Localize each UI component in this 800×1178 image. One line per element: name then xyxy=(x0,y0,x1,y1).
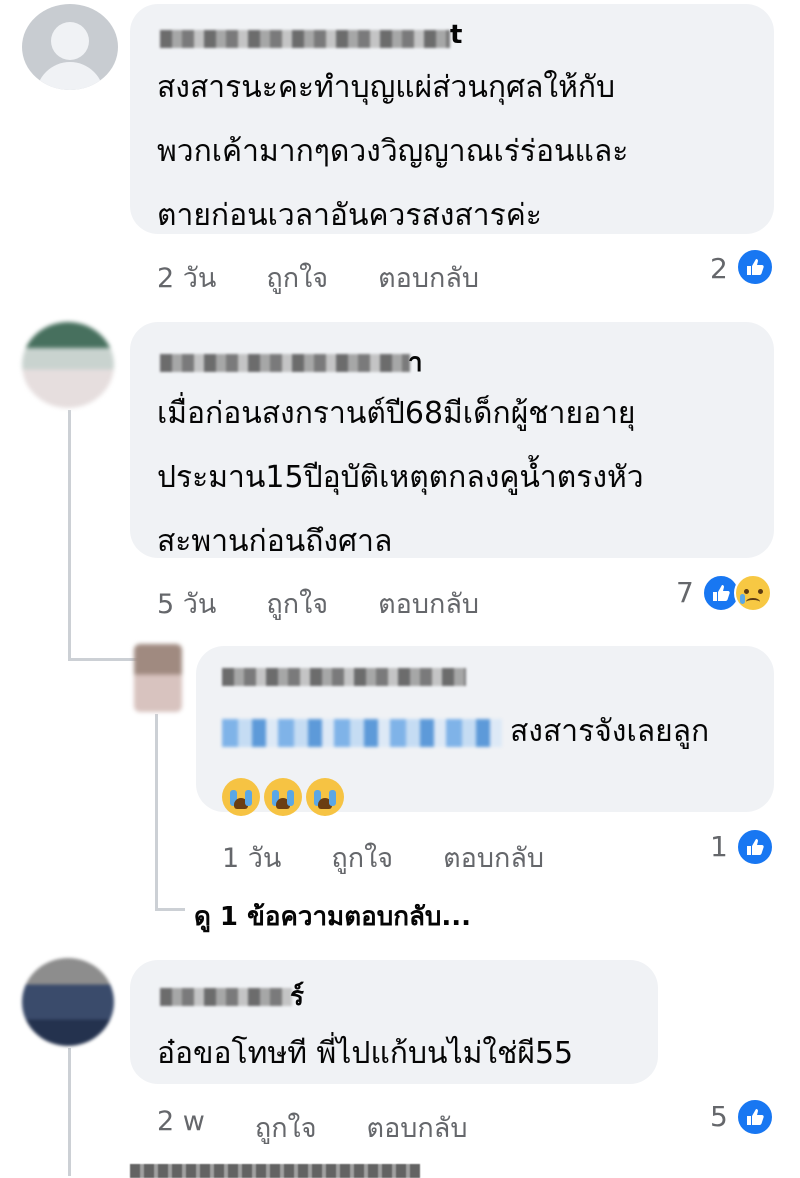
reply-button[interactable]: ตอบกลับ xyxy=(367,1106,468,1149)
comment-text: สงสารนะคะทำบุญแผ่ส่วนกุศลให้กับ พวกเค้าม… xyxy=(157,70,629,233)
crying-face-icon xyxy=(264,777,302,816)
like-button[interactable]: ถูกใจ xyxy=(266,256,328,299)
reaction-count[interactable]: 7 xyxy=(676,576,694,609)
like-button[interactable]: ถูกใจ xyxy=(255,1106,317,1149)
comment-time[interactable]: 5 วัน xyxy=(157,582,216,625)
like-icon xyxy=(736,248,774,286)
thread-line xyxy=(155,714,158,910)
like-icon xyxy=(736,828,774,866)
comment-text: เมื่อก่อนสงกรานต์ปี68มีเด็กผู้ชายอายุ ปร… xyxy=(157,396,644,559)
commenter-name-blurred[interactable] xyxy=(160,354,410,372)
reply-button[interactable]: ตอบกลับ xyxy=(378,256,479,299)
view-replies-link[interactable]: ดู 1 ข้อความตอบกลับ... xyxy=(194,896,471,937)
commenter-name-blurred[interactable] xyxy=(160,30,450,48)
avatar[interactable] xyxy=(22,4,118,90)
like-button[interactable]: ถูกใจ xyxy=(331,836,393,879)
like-icon xyxy=(736,1098,774,1136)
replier-name-blurred[interactable] xyxy=(222,668,466,686)
reply-text: สงสารจังเลยลูก xyxy=(222,700,709,828)
commenter-name-blurred[interactable] xyxy=(160,988,292,1006)
default-user-icon xyxy=(51,22,89,60)
thread-line xyxy=(68,410,71,660)
comment-actions: 2 วัน ถูกใจ ตอบกลับ xyxy=(157,256,479,299)
reply-button[interactable]: ตอบกลับ xyxy=(378,582,479,625)
mention-tag-blurred[interactable] xyxy=(222,718,502,747)
comment-time[interactable]: 1 วัน xyxy=(222,836,281,879)
comment-time[interactable]: 2 วัน xyxy=(157,256,216,299)
reaction-count[interactable]: 2 xyxy=(710,252,728,285)
thread-line xyxy=(155,908,185,911)
comment-actions: 5 วัน ถูกใจ ตอบกลับ xyxy=(157,582,479,625)
commenter-name[interactable]: า xyxy=(408,342,423,383)
thread-line xyxy=(68,1048,71,1176)
reaction-count[interactable]: 1 xyxy=(710,830,728,863)
reply-button[interactable]: ตอบกลับ xyxy=(443,836,544,879)
avatar[interactable] xyxy=(22,958,114,1046)
comment-actions: 2 w ถูกใจ ตอบกลับ xyxy=(157,1106,467,1149)
comment-actions: 1 วัน ถูกใจ ตอบกลับ xyxy=(222,836,544,879)
avatar[interactable] xyxy=(134,644,182,712)
commenter-name[interactable]: ร์ xyxy=(290,976,304,1017)
sad-icon xyxy=(734,574,772,612)
crying-face-icon xyxy=(306,777,344,816)
default-user-body-icon xyxy=(36,62,104,90)
reaction-count[interactable]: 5 xyxy=(710,1100,728,1133)
comment-text: อ๋อขอโทษที พี่ไปแก้บนไม่ใช่ผี55 xyxy=(157,1036,574,1071)
avatar[interactable] xyxy=(22,322,114,408)
like-button[interactable]: ถูกใจ xyxy=(266,582,328,625)
comment-time[interactable]: 2 w xyxy=(157,1106,205,1149)
commenter-name[interactable]: t xyxy=(450,20,462,50)
thread-line xyxy=(68,658,140,661)
crying-face-icon xyxy=(222,777,260,816)
